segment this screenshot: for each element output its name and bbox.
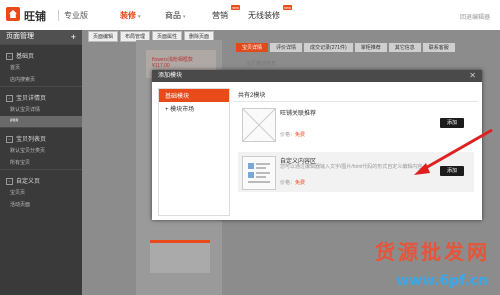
module-item: 自定义内容区 您可以通过编辑器输入文字/图片/html代码的形式自定义编辑内容。… <box>238 152 474 192</box>
sidebar-item-all-items[interactable]: 所有宝贝 <box>0 157 82 169</box>
module-item: 旺铺关联推荐 价格：免费 添加 <box>238 104 474 144</box>
top-nav-bar: 旺铺 专业版 装修 ▾ 商品 ▾ 营销 new 无线装修 new 回退编辑器 <box>0 0 500 31</box>
nav-goods[interactable]: 商品 ▾ <box>165 10 186 21</box>
sidebar-item-baby-page[interactable]: 宝贝页 <box>0 187 82 199</box>
category-module-market[interactable]: + 模块市场 <box>159 102 229 115</box>
placeholder-x-icon <box>242 108 276 142</box>
new-badge: new <box>230 5 240 10</box>
brand-name: 旺铺 <box>24 11 46 23</box>
sidebar-group-custom[interactable]: − 自定义页 <box>0 169 82 187</box>
tab-recommend[interactable]: 掌柜推荐 <box>354 43 387 52</box>
sidebar-item-home[interactable]: 首页 <box>0 62 82 74</box>
nav-goods-label: 商品 <box>165 11 181 20</box>
nav-marketing[interactable]: 营销 new <box>212 5 240 21</box>
sidebar-item-default-detail[interactable]: 默认宝贝详情 <box>0 104 82 116</box>
group-label: 宝贝详情页 <box>16 96 47 102</box>
revert-editor-link[interactable]: 回退编辑器 <box>460 12 490 21</box>
page-toolbar: 页面编辑 布局管理 页面属性 删除页面 <box>88 31 216 42</box>
close-icon[interactable]: ✕ <box>469 70 476 82</box>
sidebar-group-basic[interactable]: − 基础页 <box>0 44 82 62</box>
nav-marketing-label: 营销 <box>212 11 228 20</box>
page-manager-sidebar: 页面管理 + − 基础页 首页 店内搜索页 − 宝贝详情页 默认宝贝详情 ### −… <box>0 30 82 295</box>
collapse-icon[interactable]: − <box>6 178 13 185</box>
chevron-down-icon: ▾ <box>138 14 141 20</box>
category-basic-modules[interactable]: 基础模块 <box>159 89 229 102</box>
add-page-icon[interactable]: + <box>71 30 76 44</box>
module-thumbnail-icon <box>242 156 276 190</box>
add-module-button[interactable]: 添加 <box>440 118 464 128</box>
sidebar-item-category[interactable]: 默认宝贝分类页 <box>0 145 82 157</box>
add-module-button[interactable]: 添加 <box>440 166 464 176</box>
nav-decorate[interactable]: 装修 ▾ <box>120 10 141 21</box>
home-logo-icon[interactable] <box>6 7 20 21</box>
edition-label: 专业版 <box>58 10 88 21</box>
detail-tabs: 宝贝详情 评价详情 成交记录(271件) 掌柜推荐 其它信息 联系客服 <box>236 43 457 52</box>
price-value: 免费 <box>295 132 306 138</box>
dialog-title: 添加模块 <box>158 73 183 79</box>
sidebar-item-activity[interactable]: 活动页面 <box>0 199 82 211</box>
sidebar-title: 页面管理 <box>6 33 34 40</box>
preview-price-text: ¥117.00 <box>152 63 170 69</box>
module-price: 价格：免费 <box>280 131 305 138</box>
module-description: 您可以通过编辑器输入文字/图片/html代码的形式自定义编辑内容。 <box>280 164 428 170</box>
tab-contact[interactable]: 联系客服 <box>422 43 455 52</box>
price-label: 价格： <box>280 132 296 138</box>
module-price: 价格：免费 <box>280 179 305 186</box>
watermark-url: www.6pf.cn <box>396 273 488 289</box>
chevron-down-icon: ▾ <box>183 14 186 20</box>
sidebar-item-selected[interactable]: ### <box>0 116 82 127</box>
preview-footer-block <box>150 240 210 273</box>
tab-other-info[interactable]: 其它信息 <box>388 43 421 52</box>
module-thumbnail-placeholder-icon <box>242 108 276 142</box>
tab-page-edit[interactable]: 页面编辑 <box>88 31 119 42</box>
tab-item-detail[interactable]: 宝贝详情 <box>236 43 269 52</box>
sidebar-header: 页面管理 + <box>0 30 82 44</box>
collapse-icon[interactable]: − <box>6 136 13 143</box>
nav-decorate-label: 装修 <box>120 11 136 20</box>
nav-wireless-label: 无线装修 <box>248 11 280 20</box>
tab-reviews[interactable]: 评价详情 <box>270 43 303 52</box>
item-description-heading: 宝贝描述信息 <box>246 61 277 67</box>
collapse-icon[interactable]: − <box>6 53 13 60</box>
sidebar-group-list[interactable]: − 宝贝列表页 <box>0 127 82 145</box>
module-category-list: 基础模块 + 模块市场 <box>158 88 230 216</box>
nav-wireless[interactable]: 无线装修 new <box>248 5 292 21</box>
price-value: 免费 <box>295 180 306 186</box>
preview-product-title: flowers浅粉相框款 ¥117.00 <box>152 56 193 69</box>
new-badge: new <box>282 5 292 10</box>
tab-sales-record[interactable]: 成交记录(271件) <box>304 43 353 52</box>
group-label: 自定义页 <box>16 179 41 185</box>
sidebar-group-detail[interactable]: − 宝贝详情页 <box>0 86 82 104</box>
group-label: 基础页 <box>16 54 35 60</box>
group-label: 宝贝列表页 <box>16 137 47 143</box>
module-count-label: 共有2模块 <box>234 88 478 102</box>
watermark-text: 货源批发网 <box>375 240 490 264</box>
price-label: 价格： <box>280 180 296 186</box>
module-name: 旺铺关联推荐 <box>280 111 317 117</box>
sidebar-item-search[interactable]: 店内搜索页 <box>0 74 82 86</box>
module-list-panel: 共有2模块 旺铺关联推荐 价格：免费 添加 自定义内容区 您可以通过编辑器输入文… <box>234 88 478 214</box>
custom-content-icon <box>248 163 270 183</box>
collapse-icon[interactable]: − <box>6 95 13 102</box>
dialog-title-bar: 添加模块 ✕ <box>152 70 482 82</box>
add-module-dialog: 添加模块 ✕ 基础模块 + 模块市场 共有2模块 旺铺关联推荐 价格：免费 添加… <box>152 70 482 220</box>
preview-title-text: flowers浅粉相框款 <box>152 57 193 63</box>
